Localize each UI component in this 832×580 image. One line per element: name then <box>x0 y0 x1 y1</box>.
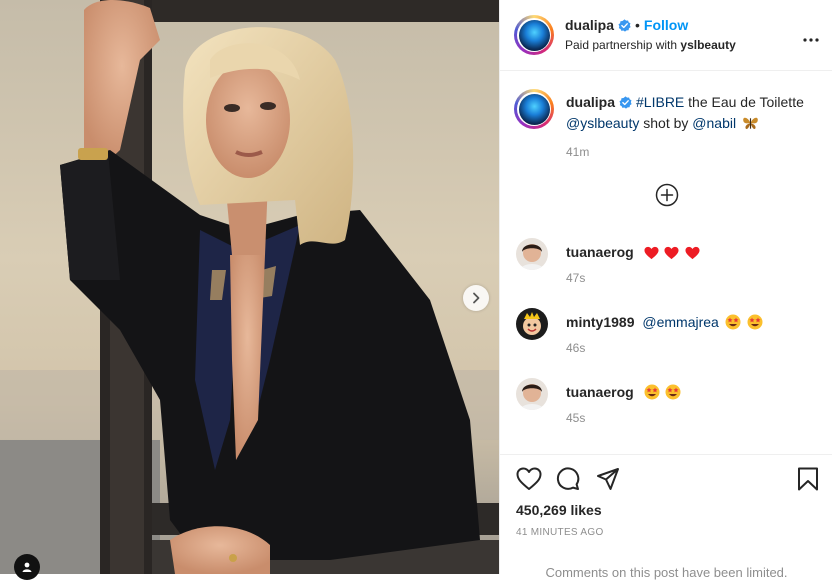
caption: dualipa #LIBRE the Eau de Toilette @yslb… <box>514 89 816 169</box>
verified-badge-icon <box>619 96 632 109</box>
comment-item: tuanaerog 47s <box>516 238 816 298</box>
caption-body: dualipa #LIBRE the Eau de Toilette @yslb… <box>566 92 816 134</box>
author-username[interactable]: dualipa <box>565 17 614 33</box>
comment-button[interactable] <box>556 467 580 496</box>
caption-text-2: shot by <box>643 115 689 131</box>
comment-time: 47s <box>566 271 586 285</box>
paper-plane-icon <box>597 468 619 490</box>
caption-author-avatar[interactable] <box>514 89 554 129</box>
heart-outline-icon <box>516 467 542 490</box>
like-button[interactable] <box>516 467 542 496</box>
heart-icon <box>685 246 700 260</box>
comment-time: 46s <box>566 341 586 355</box>
chevron-right-icon <box>473 292 480 304</box>
comments-limited-notice: Comments on this post have been limited. <box>545 565 788 580</box>
likes-count[interactable]: 450,269 likes <box>516 502 602 518</box>
comment-body: tuanaerog <box>566 382 816 403</box>
comment-username[interactable]: tuanaerog <box>566 244 634 260</box>
caption-text-1: the Eau de Toilette <box>688 94 804 110</box>
plus-circle-icon <box>655 183 679 207</box>
follow-button[interactable]: Follow <box>644 17 688 33</box>
caption-time: 41m <box>566 145 590 159</box>
heart-icon <box>644 246 659 260</box>
post-timestamp[interactable]: 41 MINUTES AGO <box>516 527 604 538</box>
separator-dot: • <box>635 17 640 33</box>
person-icon <box>22 562 32 572</box>
star-eyes-icon <box>665 384 681 400</box>
next-image-button[interactable] <box>463 285 489 311</box>
comment-body: tuanaerog <box>566 242 816 263</box>
caption-username[interactable]: dualipa <box>566 94 615 110</box>
mention-link[interactable]: @yslbeauty <box>566 115 639 131</box>
post-side-panel: dualipa • Follow Paid partnership with ys… <box>499 0 832 580</box>
mention-link[interactable]: @emmajrea <box>642 314 718 330</box>
star-eyes-icon <box>747 314 763 330</box>
commenter-avatar[interactable] <box>516 378 548 410</box>
load-more-comments-button[interactable] <box>655 183 679 212</box>
tagged-user-icon[interactable] <box>14 554 40 580</box>
comment-username[interactable]: tuanaerog <box>566 384 634 400</box>
comment-item: tuanaerog 45s <box>516 378 816 438</box>
mention-link[interactable]: @nabil <box>692 115 736 131</box>
post-actions: 450,269 likes 41 MINUTES AGO Comments on… <box>500 454 832 580</box>
heart-icon <box>664 246 679 260</box>
post-photo-illustration <box>0 0 499 574</box>
verified-badge-icon <box>618 19 631 32</box>
star-eyes-icon <box>725 314 741 330</box>
partner-link[interactable]: yslbeauty <box>680 38 735 52</box>
share-button[interactable] <box>596 467 620 496</box>
partnership-line: Paid partnership with yslbeauty <box>565 38 736 52</box>
partnership-label: Paid partnership with <box>565 38 678 52</box>
comment-username[interactable]: minty1989 <box>566 314 634 330</box>
comment-item: minty1989 @emmajrea 46s <box>516 308 816 368</box>
post-photo[interactable] <box>0 0 499 574</box>
star-eyes-icon <box>644 384 660 400</box>
author-line: dualipa • Follow <box>565 17 688 35</box>
hashtag-link[interactable]: #LIBRE <box>636 94 684 110</box>
ellipsis-icon <box>803 38 819 42</box>
more-options-button[interactable] <box>803 29 819 47</box>
comment-body: minty1989 @emmajrea <box>566 312 816 333</box>
comment-bubble-icon <box>556 467 580 490</box>
commenter-avatar[interactable] <box>516 238 548 270</box>
author-avatar[interactable] <box>514 15 554 55</box>
save-button[interactable] <box>797 467 819 496</box>
bookmark-icon <box>798 467 818 491</box>
comment-time: 45s <box>566 411 586 425</box>
post-header: dualipa • Follow Paid partnership with ys… <box>500 0 832 71</box>
commenter-avatar[interactable] <box>516 308 548 340</box>
butterfly-icon <box>743 117 758 130</box>
